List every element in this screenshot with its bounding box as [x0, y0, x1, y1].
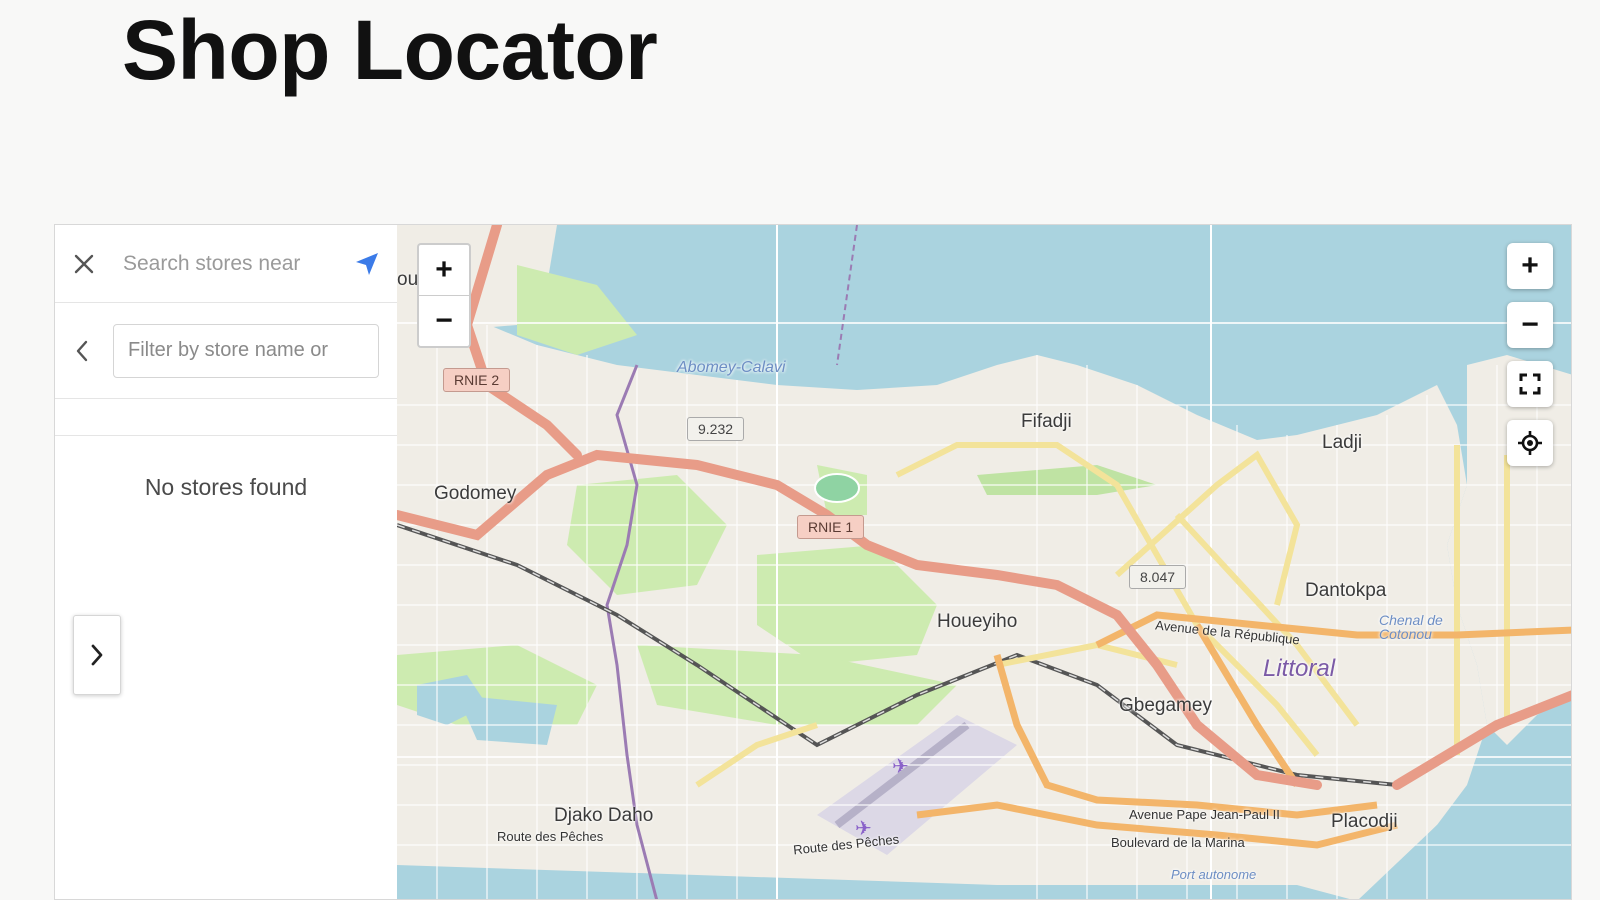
map-label-ladji: Ladji — [1322, 432, 1363, 453]
zoom-control-left: + − — [417, 243, 471, 348]
sidebar-panel: No stores found — [55, 225, 398, 899]
map-label-godomey: Godomey — [434, 483, 517, 504]
page-title: Shop Locator — [122, 3, 658, 97]
map-label-gbegamey: Gbegamey — [1119, 695, 1212, 716]
store-filter-input[interactable] — [113, 323, 379, 378]
road-shield-9232: 9.232 — [687, 417, 745, 441]
map-label-abomey-calavi: Abomey-Calavi — [677, 359, 786, 376]
zoom-in-button[interactable]: + — [419, 245, 469, 296]
road-shield-8047: 8.047 — [1129, 565, 1187, 589]
crosshair-icon — [1518, 431, 1542, 455]
map-label-littoral: Littoral — [1263, 655, 1336, 682]
map-label-chenal: Chenal de Cotonou — [1379, 612, 1443, 642]
map-label-dantokpa: Dantokpa — [1305, 580, 1387, 601]
navigation-arrow-icon[interactable] — [351, 248, 383, 280]
map-view[interactable]: ✈ ✈ ou Godomey Fifadji Ladji Dantokpa Ho… — [397, 225, 1571, 899]
map-label-placodji: Placodji — [1331, 811, 1398, 832]
filter-bar — [55, 303, 397, 399]
zoom-in-button-right[interactable]: + — [1507, 243, 1553, 289]
map-tiles: ✈ ✈ — [397, 225, 1571, 899]
geolocate-button[interactable] — [1507, 420, 1553, 466]
expand-panel-button[interactable] — [73, 615, 121, 695]
fullscreen-icon — [1519, 373, 1541, 395]
map-label-route-peches-1: Route des Pêches — [497, 829, 604, 844]
map-label-houeyiho: Houeyiho — [937, 611, 1018, 632]
results-header — [55, 399, 397, 436]
chevron-left-icon[interactable] — [67, 336, 97, 366]
close-icon[interactable] — [69, 249, 99, 279]
road-shield-rnie2: RNIE 2 — [443, 368, 511, 392]
map-label-partial: ou — [397, 269, 419, 290]
svg-text:✈: ✈ — [892, 754, 909, 778]
store-locator-widget: No stores found — [54, 224, 1572, 900]
no-stores-message: No stores found — [144, 474, 308, 500]
search-bar — [55, 225, 397, 303]
zoom-out-button-right[interactable]: − — [1507, 302, 1553, 348]
map-label-boulevard-marina: Boulevard de la Marina — [1111, 835, 1245, 850]
search-input[interactable] — [121, 250, 351, 277]
chevron-right-icon — [91, 644, 103, 666]
map-label-fifadji: Fifadji — [1021, 411, 1072, 432]
map-label-avenue-jean-paul: Avenue Pape Jean-Paul II — [1129, 807, 1280, 822]
road-shield-rnie1: RNIE 1 — [797, 515, 865, 539]
zoom-out-button[interactable]: − — [419, 296, 469, 346]
map-label-port: Port autonome — [1171, 867, 1257, 882]
fullscreen-button[interactable] — [1507, 361, 1553, 407]
map-label-djako-daho: Djako Daho — [554, 805, 654, 826]
